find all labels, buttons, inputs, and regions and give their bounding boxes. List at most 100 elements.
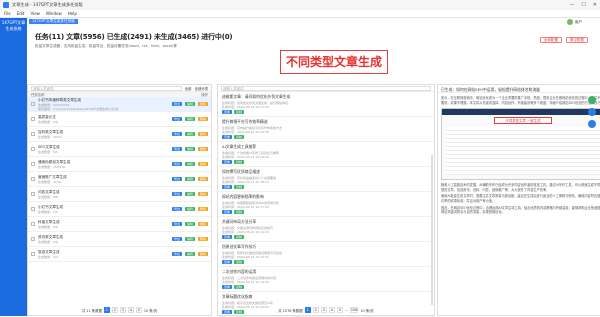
menu-window[interactable]: Window xyxy=(46,11,62,16)
delete-button[interactable]: 删除 xyxy=(197,222,208,226)
delete-button[interactable]: 删除 xyxy=(197,177,208,181)
page-5[interactable]: 5 xyxy=(135,307,142,313)
page-4[interactable]: 4 xyxy=(127,307,134,313)
copy-button[interactable]: 复制 xyxy=(234,260,245,264)
task-row[interactable]: SEO文章生成 生成数量：5/5 导出 编辑 删除 xyxy=(28,142,211,157)
task-checkbox[interactable] xyxy=(31,102,35,106)
page-last[interactable]: 158 xyxy=(349,307,359,313)
global-settings-button[interactable]: 全局配置 xyxy=(539,37,562,43)
export-button[interactable]: 导出 xyxy=(171,162,182,166)
task-row[interactable]: 资讯类文章生成 生成数量：6/6 导出 编辑 删除 xyxy=(28,232,211,247)
export-button[interactable]: 导出 xyxy=(171,237,182,241)
task-row[interactable]: 小红书文章生成 生成数量：5/5 导出 编辑 删除 xyxy=(28,202,211,217)
task-checkbox[interactable] xyxy=(31,252,35,256)
task-row[interactable]: 百科类文章生成 生成数量：10/10 导出 编辑 删除 xyxy=(28,127,211,142)
page-3[interactable]: 3 xyxy=(119,307,126,313)
article-search-input[interactable]: 请输入关键词 xyxy=(221,85,431,91)
page-1[interactable]: 1 xyxy=(103,307,110,313)
copy-button[interactable]: 复制 xyxy=(234,135,245,139)
export-button[interactable]: 导出 xyxy=(171,102,182,106)
help-fab-icon[interactable] xyxy=(588,108,596,116)
task-checkbox[interactable] xyxy=(31,117,35,121)
edit-button[interactable]: 编辑 xyxy=(184,117,195,121)
menu-edit[interactable]: Edit xyxy=(17,11,25,16)
article-item[interactable]: AI文章生成工具推荐 生成标题：十款优质AI写作工具对比与推荐 生成时间：2024-… xyxy=(218,142,434,167)
task-row[interactable]: 问答文章生成 生成数量：8/8 导出 编辑 删除 xyxy=(28,187,211,202)
clear-data-button[interactable]: 清空数据 xyxy=(565,37,588,43)
edit-button[interactable]: 编辑 xyxy=(184,162,195,166)
edit-button[interactable]: 编辑 xyxy=(184,237,195,241)
page-3[interactable]: 3 xyxy=(320,307,327,313)
task-row[interactable]: 小红书风格种草类文章生成 生成数量：1025/1024 保存路径：C:/Users/… xyxy=(28,97,211,112)
maximize-icon[interactable]: ☐ xyxy=(581,2,585,8)
page-size-select[interactable]: 10 条/页 xyxy=(144,308,157,313)
task-row[interactable]: 营销推广文章生成 生成数量：47/47 导出 编辑 删除 xyxy=(28,172,211,187)
menu-help[interactable]: Help xyxy=(68,11,77,16)
page-2[interactable]: 2 xyxy=(312,307,319,313)
export-button[interactable]: 导出 xyxy=(171,177,182,181)
task-row[interactable]: 科普文章生成 生成数量：8/8 导出 编辑 删除 xyxy=(28,217,211,232)
page-size-select[interactable]: 10 条/页 xyxy=(360,308,373,313)
edit-button[interactable]: 编辑 xyxy=(184,132,195,136)
task-search-input[interactable]: 请输入关键词 xyxy=(31,85,182,91)
copy-button[interactable]: 复制 xyxy=(234,160,245,164)
edit-button[interactable]: 编辑 xyxy=(184,192,195,196)
chat-fab-icon[interactable] xyxy=(588,96,596,104)
delete-button[interactable]: 删除 xyxy=(197,117,208,121)
filter-all[interactable]: 全部 xyxy=(185,86,192,91)
task-checkbox[interactable] xyxy=(31,222,35,226)
copy-button[interactable]: 复制 xyxy=(234,210,245,214)
edit-button[interactable]: 编辑 xyxy=(184,102,195,106)
delete-button[interactable]: 删除 xyxy=(197,252,208,256)
edit-button[interactable]: 编辑 xyxy=(184,252,195,256)
article-item[interactable]: 网站内容更新频率的影响 生成标题：内容更新频率对SEO的影响分析 生成时间：2024… xyxy=(218,192,434,217)
close-icon[interactable]: ✕ xyxy=(593,2,597,8)
export-button[interactable]: 导出 xyxy=(171,252,182,256)
article-item[interactable]: 伪原创文章写作技巧 生成标题：伪原创文章如何保证质量与可读性 生成时间：2024-0… xyxy=(218,242,434,267)
export-button[interactable]: 导出 xyxy=(171,117,182,121)
user-area[interactable]: 用户 xyxy=(566,19,582,25)
task-checkbox[interactable] xyxy=(31,207,35,211)
menu-view[interactable]: View xyxy=(30,11,40,16)
avatar[interactable] xyxy=(566,19,573,25)
export-button[interactable]: 导出 xyxy=(171,222,182,226)
view-button[interactable]: 查看 xyxy=(222,285,233,289)
copy-button[interactable]: 复制 xyxy=(234,185,245,189)
task-checkbox[interactable] xyxy=(31,192,35,196)
article-item[interactable]: 关键词布局方法分享 生成标题：文章关键词布局的实用技巧 生成时间：2024-05-1… xyxy=(218,217,434,242)
view-button[interactable]: 查看 xyxy=(222,235,233,239)
delete-button[interactable]: 删除 xyxy=(197,147,208,151)
article-item[interactable]: 文章标题优化指南 生成标题：吸引点击的文章标题怎么写 生成时间：2024-05-12… xyxy=(218,292,434,317)
export-button[interactable]: 导出 xyxy=(171,147,182,151)
task-checkbox[interactable] xyxy=(31,237,35,241)
article-item[interactable]: 如何撰写优质商品描述 生成标题：写好商品描述的几个关键要素 生成时间：2024-05… xyxy=(218,167,434,192)
delete-button[interactable]: 删除 xyxy=(197,132,208,136)
export-button[interactable]: 导出 xyxy=(171,192,182,196)
task-checkbox[interactable] xyxy=(31,147,35,151)
task-checkbox[interactable] xyxy=(31,162,35,166)
page-1[interactable]: 1 xyxy=(304,307,311,313)
export-button[interactable]: 导出 xyxy=(171,207,182,211)
delete-button[interactable]: 删除 xyxy=(197,237,208,241)
view-button[interactable]: 查看 xyxy=(222,210,233,214)
edit-button[interactable]: 编辑 xyxy=(184,207,195,211)
export-button[interactable]: 导出 xyxy=(171,132,182,136)
article-item[interactable]: 二次创作内容的运用 生成标题：二次创作内容在营销中的价值 生成时间：2024-05-… xyxy=(218,267,434,292)
page-5[interactable]: 5 xyxy=(336,307,343,313)
article-item[interactable]: 提升跨境平台写作效率精选 生成标题：高效提升跨境平台写作效率的方法 生成时间：202… xyxy=(218,117,434,142)
share-fab-icon[interactable] xyxy=(588,120,596,128)
menu-file[interactable]: File xyxy=(4,11,11,16)
view-button[interactable]: 查看 xyxy=(222,260,233,264)
edit-button[interactable]: 编辑 xyxy=(184,222,195,226)
scrollbar[interactable] xyxy=(431,155,433,305)
view-button[interactable]: 查看 xyxy=(222,185,233,189)
edit-button[interactable]: 编辑 xyxy=(184,177,195,181)
task-row[interactable]: 通用伪原创文章生成 生成数量：150/150 导出 编辑 删除 xyxy=(28,157,211,172)
task-checkbox[interactable] xyxy=(31,132,35,136)
task-row[interactable]: 高质量长文 生成数量：6/6 导出 编辑 删除 xyxy=(28,112,211,127)
article-item[interactable]: 迪维斯文章：请问如何优化外贸文章生成 生成标题：如何优化外贸文章生成，提升网站排名… xyxy=(218,92,434,117)
page-4[interactable]: 4 xyxy=(328,307,335,313)
task-checkbox[interactable] xyxy=(31,177,35,181)
edit-button[interactable]: 编辑 xyxy=(184,147,195,151)
delete-button[interactable]: 删除 xyxy=(197,207,208,211)
